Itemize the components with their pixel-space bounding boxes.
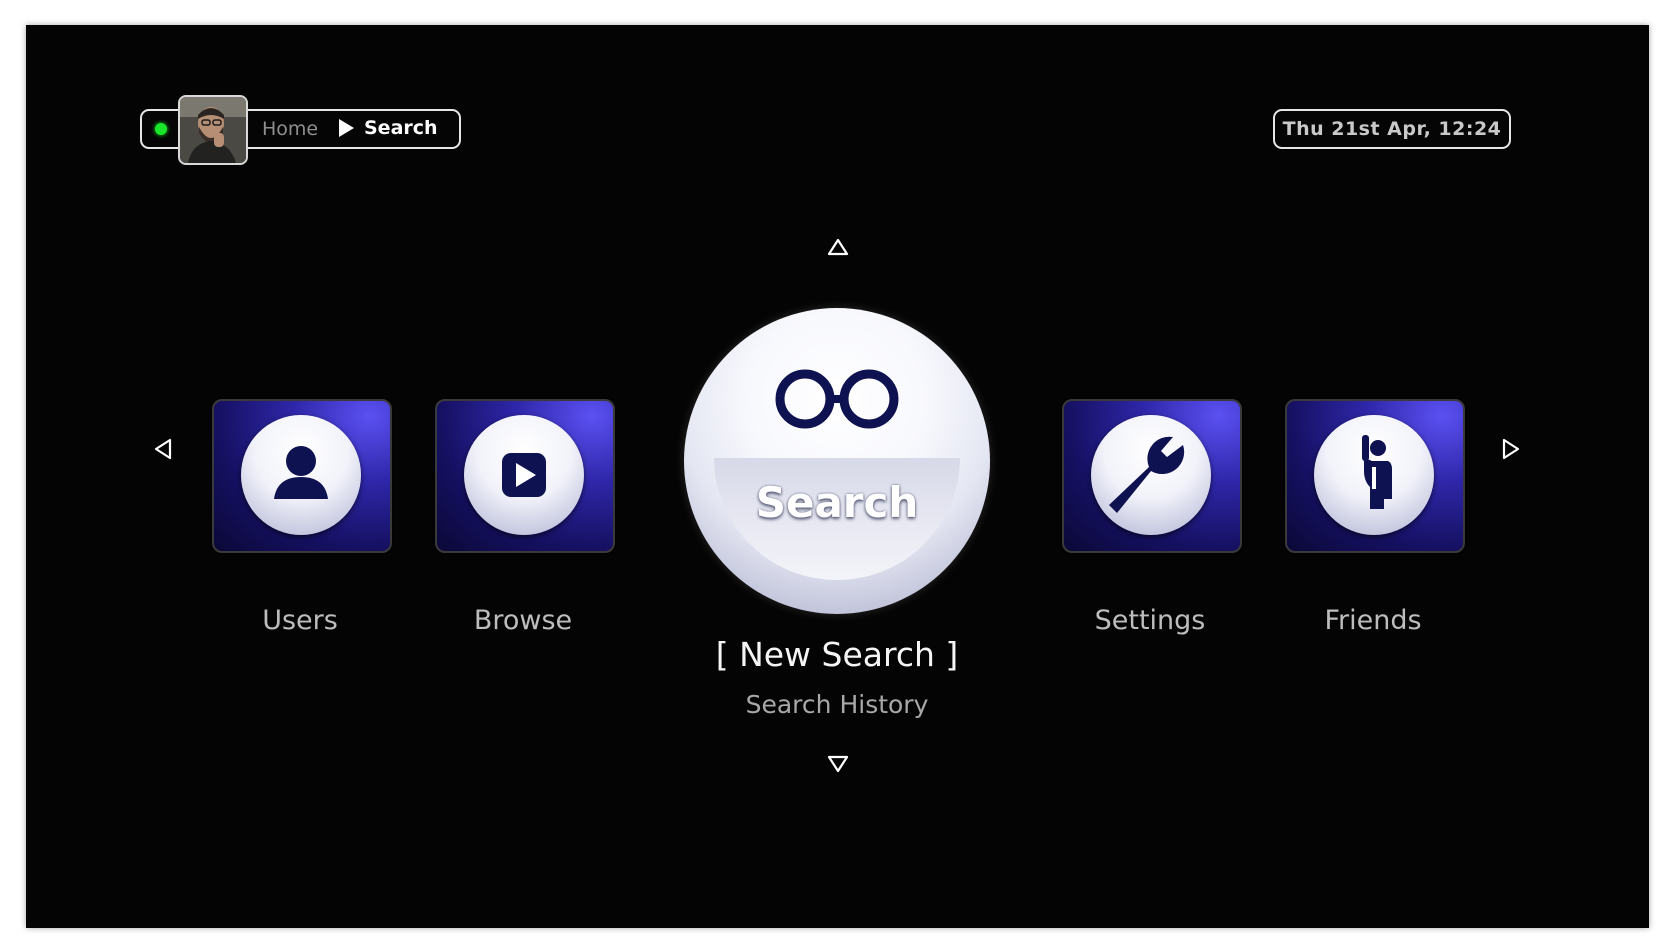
- search-orb-label: Search: [755, 478, 919, 527]
- users-tile[interactable]: [212, 399, 392, 553]
- friends-tile-orb: [1314, 415, 1434, 535]
- avatar-portrait-icon: [180, 97, 246, 163]
- browse-tile-orb: [464, 415, 584, 535]
- user-icon: [274, 446, 328, 499]
- settings-tile[interactable]: [1062, 399, 1242, 553]
- online-status-indicator: [155, 123, 167, 135]
- date-time-display: Thu 21st Apr, 12:24: [1273, 109, 1511, 149]
- friends-label: Friends: [1324, 605, 1422, 636]
- glasses-icon: [775, 369, 899, 429]
- users-label: Users: [262, 605, 338, 636]
- browse-label: Browse: [473, 605, 573, 636]
- browse-tile[interactable]: [435, 399, 615, 553]
- media-center-screen: Home Search Thu 21st Apr, 12:24 Users Br…: [26, 25, 1649, 928]
- nav-left-arrow-icon[interactable]: [154, 438, 172, 460]
- breadcrumb-separator-icon: [339, 119, 354, 137]
- breadcrumb-home[interactable]: Home: [262, 118, 318, 140]
- users-tile-orb: [241, 415, 361, 535]
- settings-label: Settings: [1094, 605, 1206, 636]
- friends-tile[interactable]: [1285, 399, 1465, 553]
- breadcrumb: Home Search: [140, 95, 461, 165]
- submenu-item-new-search[interactable]: [ New Search ]: [637, 635, 1037, 674]
- wrench-icon: [1109, 436, 1185, 513]
- search-orb[interactable]: Search: [684, 308, 990, 614]
- nav-up-arrow-icon[interactable]: [827, 238, 849, 256]
- play-icon: [502, 453, 546, 497]
- breadcrumb-current: Search: [364, 117, 438, 139]
- waving-person-icon: [1362, 435, 1392, 509]
- settings-tile-orb: [1091, 415, 1211, 535]
- nav-right-arrow-icon[interactable]: [1502, 438, 1520, 460]
- user-avatar[interactable]: [178, 95, 248, 165]
- nav-down-arrow-icon[interactable]: [827, 755, 849, 773]
- submenu-item-search-history[interactable]: Search History: [637, 690, 1037, 719]
